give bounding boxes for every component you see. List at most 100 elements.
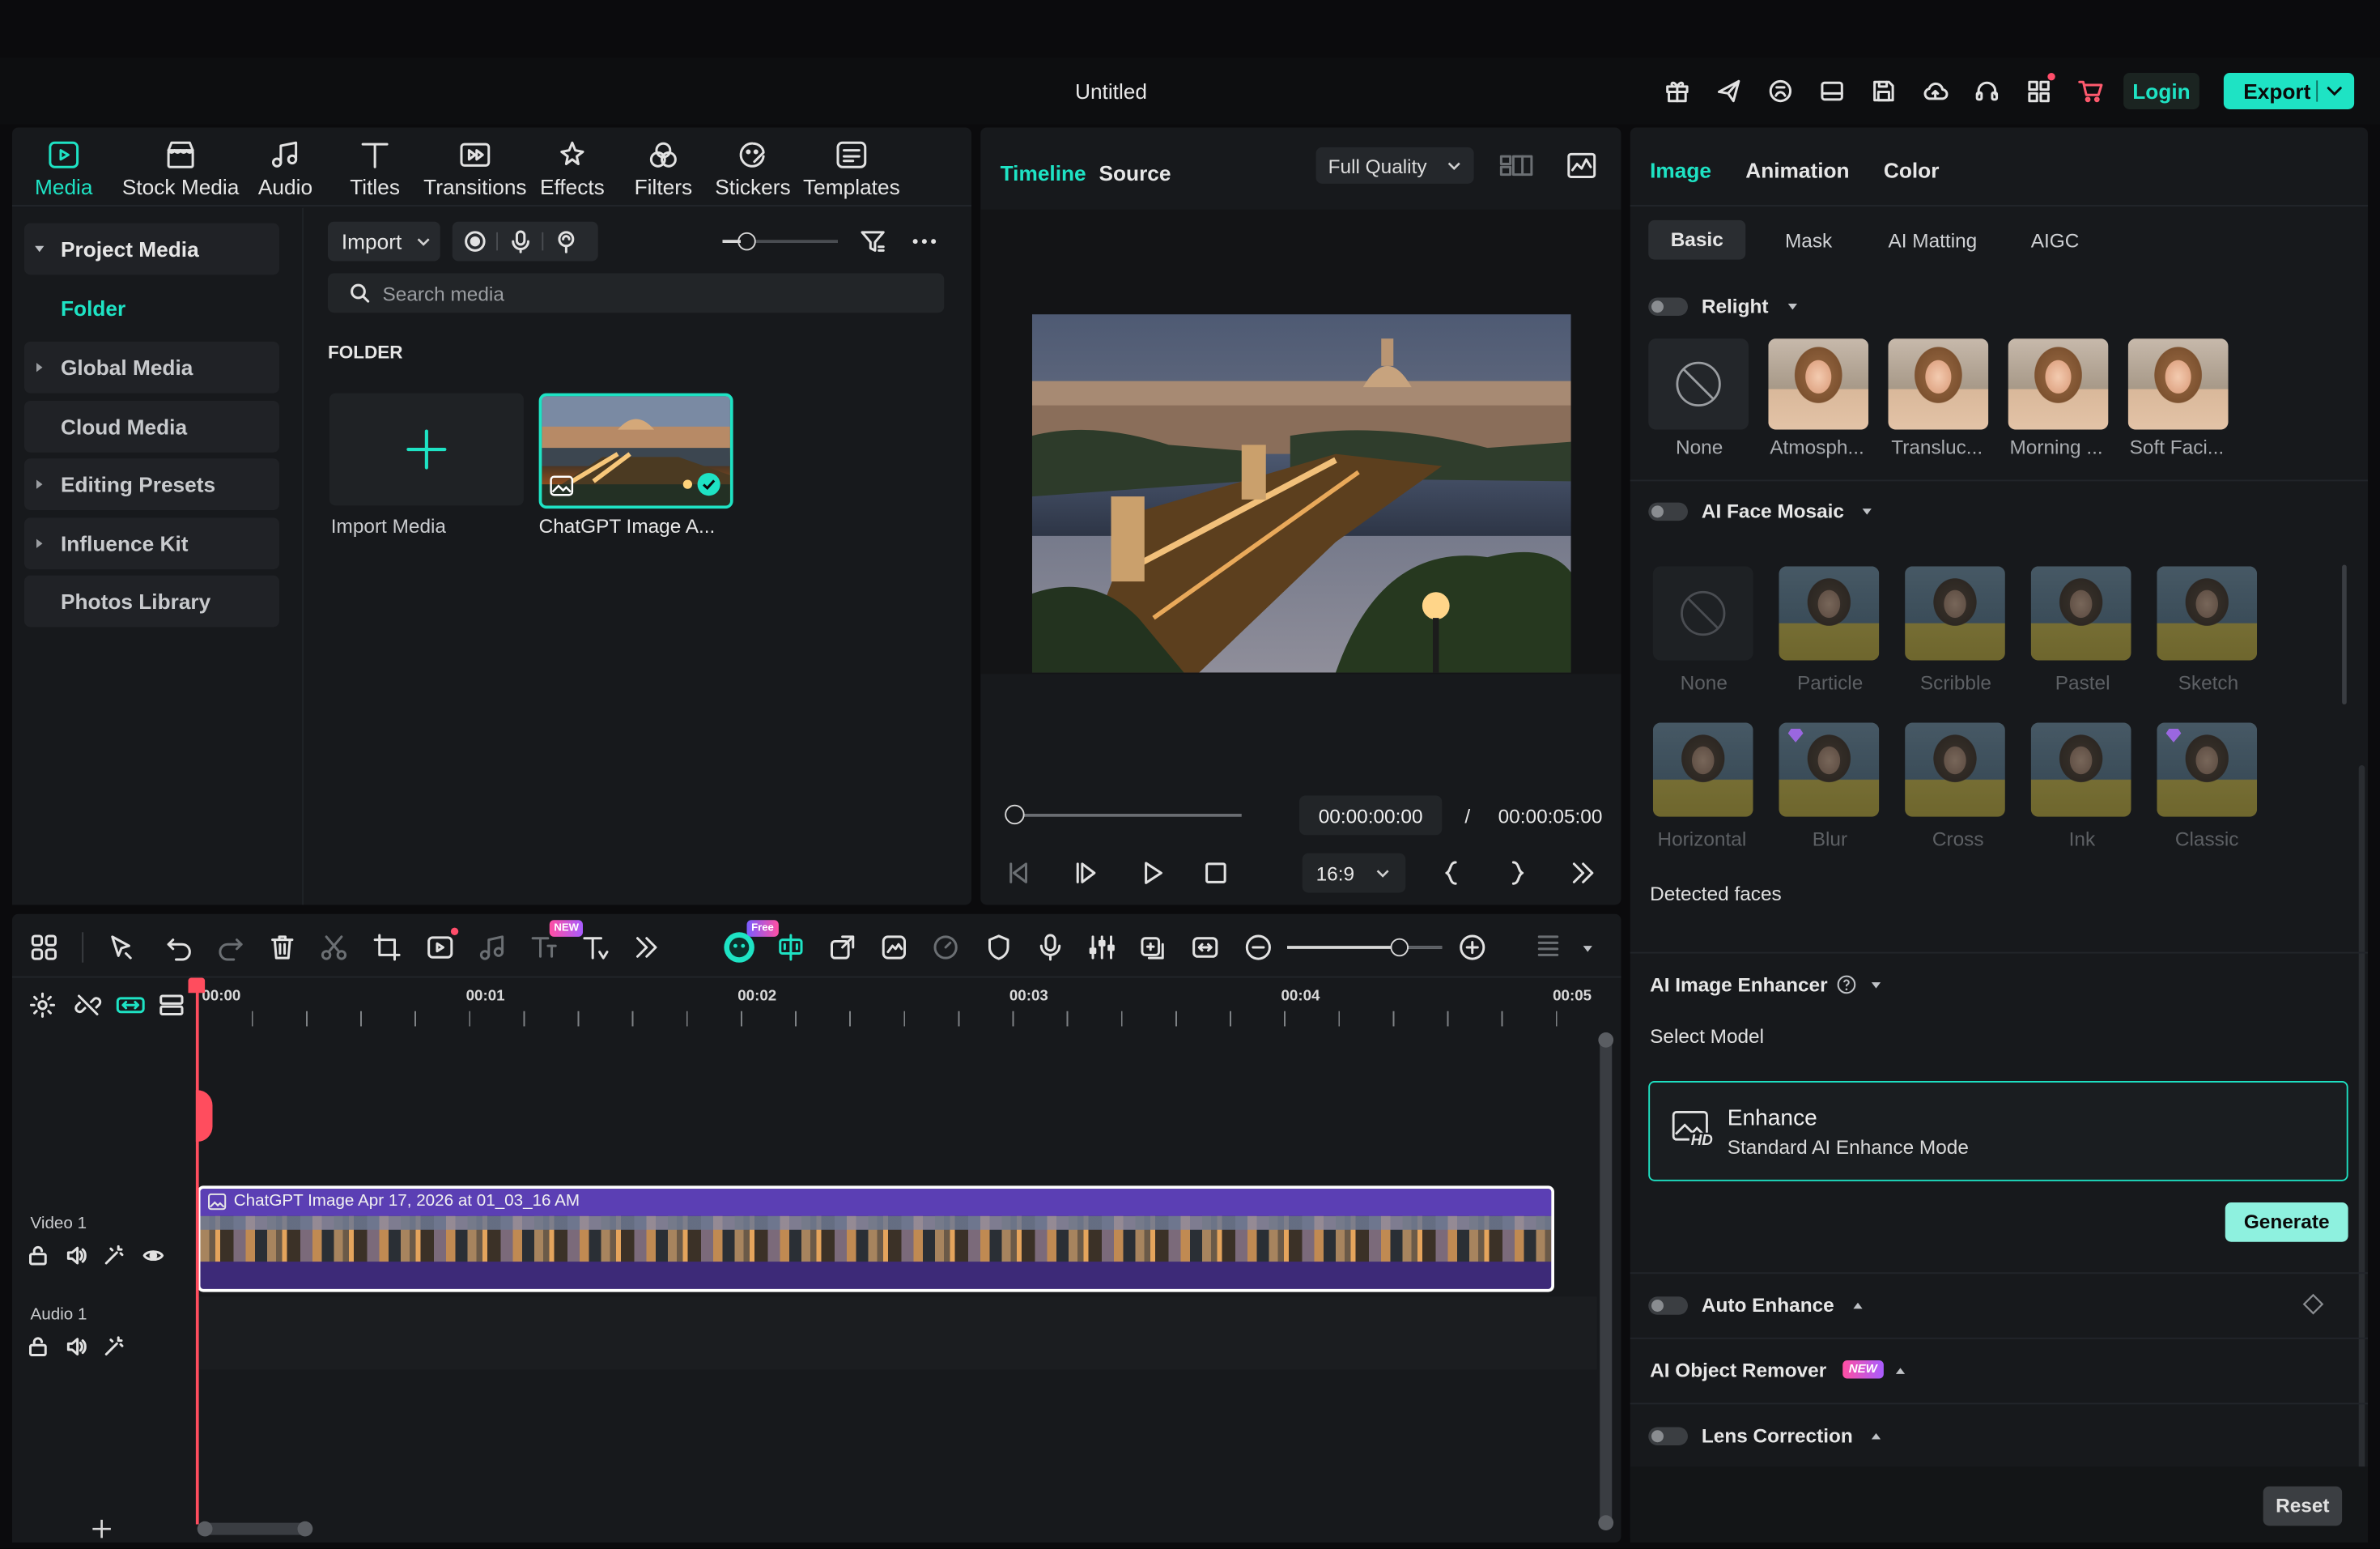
mosaic-horizontal[interactable] xyxy=(1652,722,1753,817)
sidebar-item-influence-kit[interactable]: Influence Kit xyxy=(24,517,279,570)
playhead-handle[interactable] xyxy=(188,977,206,994)
tab-media[interactable]: Media xyxy=(33,137,94,201)
speed-icon[interactable] xyxy=(930,932,961,963)
help-icon[interactable] xyxy=(1837,975,1856,994)
mosaic-ink[interactable] xyxy=(2030,722,2131,817)
mosaic-cross[interactable] xyxy=(1905,722,2005,817)
text-to-speech-icon[interactable] xyxy=(529,932,559,963)
auto-enhance-toggle[interactable] xyxy=(1648,1296,1688,1315)
cloud-upload-icon[interactable] xyxy=(1922,78,1949,105)
settings-icon[interactable] xyxy=(29,991,57,1019)
undo-icon[interactable] xyxy=(164,932,195,963)
tab-filters[interactable]: Filters xyxy=(616,137,710,201)
hscroll-end-left[interactable] xyxy=(197,1521,213,1537)
redo-icon[interactable] xyxy=(215,932,246,963)
magic-wand-icon[interactable] xyxy=(104,1245,125,1266)
playhead-marker[interactable] xyxy=(195,1090,213,1142)
step-forward-icon[interactable] xyxy=(1072,859,1099,887)
select-tool-icon[interactable] xyxy=(106,932,137,963)
lock-icon[interactable] xyxy=(28,1336,49,1357)
progress-knob[interactable] xyxy=(1005,804,1025,825)
mark-out-icon[interactable] xyxy=(1506,859,1530,887)
keyframe-tool-icon[interactable] xyxy=(1138,932,1169,963)
mosaic-pastel[interactable] xyxy=(2030,566,2131,661)
speaker-icon[interactable] xyxy=(66,1336,87,1357)
tab-stickers[interactable]: Stickers xyxy=(704,137,801,201)
magnetic-snap-icon[interactable] xyxy=(776,932,806,963)
tab-effects[interactable]: Effects xyxy=(525,137,619,201)
caret-down-icon[interactable] xyxy=(1787,300,1799,313)
relight-preset-morning[interactable] xyxy=(2008,338,2109,430)
sidebar-item-folder[interactable]: Folder xyxy=(24,284,279,330)
tab-stock-media[interactable]: Stock Media xyxy=(113,137,249,201)
more-tools-icon[interactable] xyxy=(631,932,662,963)
caret-down-icon[interactable] xyxy=(1870,979,1882,991)
keyframe-diamond-icon[interactable] xyxy=(2302,1293,2324,1315)
mask-shield-icon[interactable] xyxy=(984,932,1014,963)
scopes-icon[interactable] xyxy=(1566,152,1597,180)
login-button[interactable]: Login xyxy=(2123,73,2199,109)
layout-grid-icon[interactable] xyxy=(29,932,60,963)
mosaic-particle[interactable] xyxy=(1779,566,1880,661)
panel-vscroll-right[interactable] xyxy=(2358,765,2365,1479)
voiceover-icon[interactable] xyxy=(554,229,578,253)
relight-none[interactable] xyxy=(1648,338,1749,430)
tab-animation[interactable]: Animation xyxy=(1745,158,1849,182)
zoom-out-icon[interactable] xyxy=(1243,932,1274,963)
ai-edit-icon[interactable] xyxy=(425,932,456,963)
sidebar-item-editing-presets[interactable]: Editing Presets xyxy=(24,458,279,510)
magic-wand-icon[interactable] xyxy=(104,1336,125,1357)
cart-icon[interactable] xyxy=(2076,78,2106,105)
playback-progress[interactable] xyxy=(1014,814,1242,817)
relight-preset-atmosphere[interactable] xyxy=(1768,338,1869,430)
video-clip[interactable]: ChatGPT Image Apr 17, 2026 at 01_03_16 A… xyxy=(197,1185,1554,1292)
mosaic-sketch[interactable] xyxy=(2157,566,2258,661)
relight-preset-translucent[interactable] xyxy=(1888,338,1989,430)
delete-icon[interactable] xyxy=(267,932,298,963)
timeline-vscroll[interactable] xyxy=(1598,1032,1614,1530)
vscroll-thumb-bottom[interactable] xyxy=(1598,1515,1614,1530)
headset-icon[interactable] xyxy=(1974,78,2001,105)
subtab-ai-matting[interactable]: AI Matting xyxy=(1889,229,1978,252)
sidebar-item-cloud-media[interactable]: Cloud Media xyxy=(24,401,279,453)
text-tool-icon[interactable] xyxy=(580,932,610,963)
save-icon[interactable] xyxy=(1870,78,1898,105)
zoom-slider[interactable] xyxy=(1287,938,1443,957)
microphone-icon[interactable] xyxy=(508,229,533,253)
relight-preset-soft-facial[interactable] xyxy=(2127,338,2229,430)
eye-icon[interactable] xyxy=(142,1245,164,1266)
subtab-aigc[interactable]: AIGC xyxy=(2031,229,2080,252)
thumb-size-slider[interactable] xyxy=(722,232,838,251)
cut-icon[interactable] xyxy=(319,932,350,963)
tab-image[interactable]: Image xyxy=(1650,158,1711,182)
speaker-icon[interactable] xyxy=(66,1245,87,1266)
reset-button[interactable]: Reset xyxy=(2263,1486,2343,1526)
subtab-basic[interactable]: Basic xyxy=(1648,219,1746,260)
tab-titles[interactable]: Titles xyxy=(334,137,416,201)
layout-icon[interactable] xyxy=(1818,78,1846,105)
sticker-tool-icon[interactable] xyxy=(879,932,910,963)
tab-color[interactable]: Color xyxy=(1884,158,1940,182)
caret-up-icon[interactable] xyxy=(1852,1300,1864,1312)
face-mosaic-toggle[interactable] xyxy=(1648,502,1688,521)
record-voice-icon[interactable] xyxy=(1035,932,1066,963)
import-dropdown[interactable]: Import xyxy=(328,221,440,262)
tab-templates[interactable]: Templates xyxy=(789,137,914,201)
previous-frame-icon[interactable] xyxy=(1005,859,1032,887)
aspect-dropdown[interactable]: 16:9 xyxy=(1302,853,1406,893)
lens-correction-toggle[interactable] xyxy=(1648,1427,1688,1445)
detach-icon[interactable] xyxy=(827,932,858,963)
relight-toggle[interactable] xyxy=(1648,297,1688,316)
quality-dropdown[interactable]: Full Quality xyxy=(1315,147,1474,184)
tab-timeline[interactable]: Timeline xyxy=(1001,161,1086,185)
record-screen-icon[interactable] xyxy=(463,229,487,253)
audio-edit-icon[interactable] xyxy=(477,932,508,963)
tab-audio[interactable]: Audio xyxy=(252,137,319,201)
apps-grid-icon[interactable] xyxy=(2025,78,2052,105)
grid-view-icon[interactable] xyxy=(1499,153,1533,177)
audio-mixer-icon[interactable] xyxy=(1087,932,1118,963)
link-icon[interactable] xyxy=(116,991,147,1019)
stop-icon[interactable] xyxy=(1202,859,1230,887)
search-input[interactable]: Search media xyxy=(328,273,945,313)
caret-up-icon[interactable] xyxy=(1894,1365,1906,1377)
